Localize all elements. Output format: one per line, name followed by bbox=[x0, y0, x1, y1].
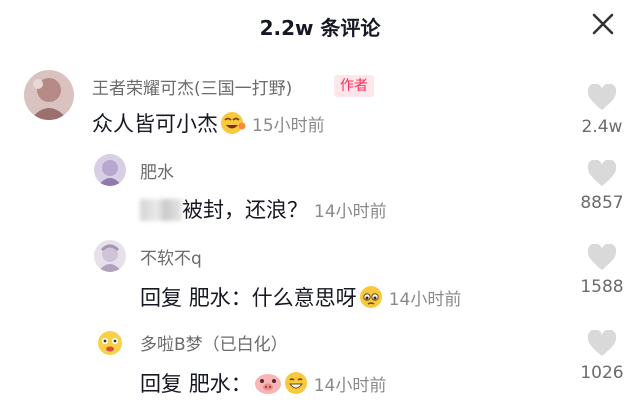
heart-icon bbox=[587, 330, 617, 356]
comment-item: 王者荣耀可杰(三国一打野) 作者 众人皆可小杰 15小时前 2.4w bbox=[0, 70, 640, 145]
pig-face-emoji bbox=[254, 371, 282, 395]
comment-text: 被封，还浪？ bbox=[182, 198, 308, 222]
comment-item: 多啦B梦（已白化） 回复 肥水： 14小时前 1026 bbox=[0, 326, 640, 406]
header-title: 2.2w 条评论 bbox=[259, 16, 381, 40]
comment-item: 不软不q 回复 肥水：什么意思呀 14小时前 1588 bbox=[0, 240, 640, 320]
comment-text-line: 被封，还浪？ 14小时前 bbox=[140, 194, 387, 224]
laughing-face-emoji bbox=[220, 111, 246, 135]
comment-author[interactable]: 多啦B梦（已白化） bbox=[140, 330, 288, 355]
avatar[interactable] bbox=[94, 154, 126, 186]
avatar[interactable] bbox=[94, 326, 126, 358]
reply-to-user[interactable]: 肥水 bbox=[189, 286, 231, 310]
worried-face-emoji bbox=[359, 285, 383, 309]
like-count: 1588 bbox=[580, 277, 624, 297]
avatar[interactable] bbox=[24, 70, 74, 120]
comment-author[interactable]: 肥水 bbox=[140, 158, 174, 183]
grinning-face-emoji bbox=[284, 371, 308, 395]
comment-text-line: 回复 肥水：什么意思呀 14小时前 bbox=[140, 282, 461, 312]
comment-text: ：什么意思呀 bbox=[230, 286, 357, 310]
like-count: 1026 bbox=[580, 363, 624, 383]
comment-time: 14小时前 bbox=[314, 202, 387, 222]
comment-item: 肥水 被封，还浪？ 14小时前 8857 bbox=[0, 154, 640, 234]
comment-author[interactable]: 不软不q bbox=[140, 244, 202, 269]
heart-icon bbox=[587, 160, 617, 186]
reply-to-user[interactable]: 肥水 bbox=[189, 372, 231, 396]
comment-text: 众人皆可小杰 bbox=[92, 112, 218, 136]
avatar[interactable] bbox=[94, 240, 126, 272]
comment-time: 14小时前 bbox=[388, 290, 462, 310]
like-button[interactable]: 1588 bbox=[572, 244, 632, 297]
heart-icon bbox=[587, 244, 617, 270]
like-button[interactable]: 2.4w bbox=[572, 84, 632, 137]
like-count: 2.4w bbox=[581, 117, 623, 137]
like-count: 8857 bbox=[580, 193, 624, 213]
reply-prefix: 回复 bbox=[140, 372, 182, 396]
reply-prefix: 回复 bbox=[140, 286, 182, 310]
like-button[interactable]: 8857 bbox=[572, 160, 632, 213]
comment-text: ： bbox=[230, 372, 252, 396]
comment-author[interactable]: 王者荣耀可杰(三国一打野) bbox=[92, 74, 292, 99]
comment-text-line: 众人皆可小杰 15小时前 bbox=[92, 108, 325, 138]
comment-text-line: 回复 肥水： 14小时前 bbox=[140, 368, 386, 398]
comment-time: 14小时前 bbox=[313, 376, 387, 396]
like-button[interactable]: 1026 bbox=[572, 330, 632, 383]
blurred-text bbox=[140, 199, 182, 221]
heart-icon bbox=[587, 84, 617, 110]
comment-time: 15小时前 bbox=[252, 116, 325, 136]
author-badge: 作者 bbox=[334, 75, 374, 97]
close-icon[interactable] bbox=[591, 12, 615, 36]
